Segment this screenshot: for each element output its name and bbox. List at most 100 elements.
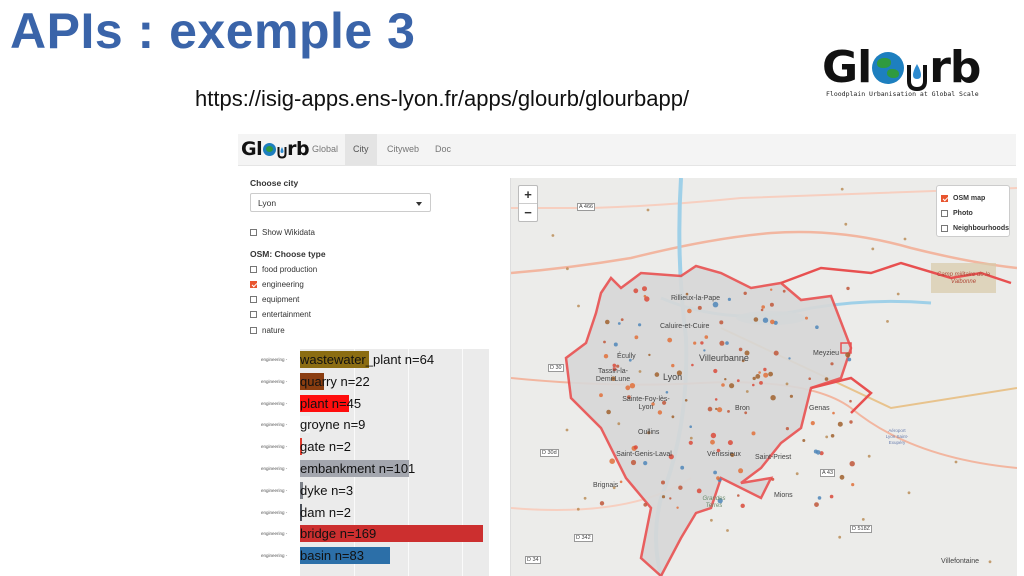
city-select[interactable]: Lyon [250, 193, 431, 212]
osm-marker [770, 319, 775, 325]
osm-marker [689, 425, 692, 428]
map-place-label: Genas [809, 405, 830, 412]
osm-marker [830, 434, 835, 438]
chart-bar-label: plant n=45 [300, 395, 362, 411]
type-entertainment[interactable]: entertainment [250, 308, 311, 320]
layer-neighbourhoods[interactable]: Neighbourhoods [937, 221, 1009, 236]
osm-marker [700, 341, 704, 345]
osm-marker [760, 308, 764, 312]
osm-marker [815, 325, 819, 329]
osm-marker [710, 439, 715, 445]
osm-marker [630, 459, 637, 466]
layer-label: OSM map [953, 195, 986, 202]
osm-marker [845, 352, 851, 358]
osm-marker [684, 399, 688, 402]
osm-marker [743, 291, 747, 295]
osm-marker [619, 480, 623, 484]
tab-cityweb[interactable]: Cityweb [379, 134, 427, 165]
map-place-label: Camp militaire de la Valbonne [936, 272, 991, 285]
logo-subtitle: Floodplain Urbanisation at Global Scale [826, 90, 979, 98]
checkbox-icon [250, 295, 257, 303]
osm-marker [715, 407, 718, 411]
chart-facet-label: engineering - [261, 509, 288, 515]
osm-marker [713, 368, 718, 374]
checkbox-checked-icon [941, 195, 948, 202]
glourb-logo: Gl rb Floodplain Urbanisation at Global … [822, 44, 992, 102]
osm-marker [667, 337, 673, 343]
osm-marker [727, 440, 733, 446]
osm-marker [861, 518, 865, 521]
type-nature[interactable]: nature [250, 324, 285, 336]
osm-marker [605, 319, 610, 325]
osm-marker [613, 342, 618, 347]
tab-doc[interactable]: Doc [427, 134, 459, 165]
osm-marker [771, 477, 775, 481]
show-wikidata-checkbox[interactable]: Show Wikidata [250, 226, 315, 238]
checkbox-checked-icon [250, 280, 257, 288]
osm-marker [599, 393, 603, 398]
osm-marker [638, 323, 642, 327]
type-label: engineering [262, 279, 304, 289]
osm-marker [896, 292, 900, 296]
chart-facet-label: engineering - [261, 466, 288, 471]
osm-marker [768, 371, 773, 377]
zoom-in-button[interactable]: + [519, 186, 537, 204]
osm-marker [693, 341, 697, 345]
osm-marker [838, 535, 842, 539]
osm-marker [717, 407, 723, 413]
osm-marker [782, 289, 786, 293]
osm-marker [696, 488, 702, 494]
osm-marker [752, 376, 756, 381]
osm-marker [565, 428, 569, 432]
map-place-label: Mions [774, 492, 793, 499]
chart-facet-label: engineering - [261, 553, 288, 559]
road-label: D 518Z [850, 525, 873, 533]
osm-marker [634, 335, 639, 340]
osm-marker [788, 357, 791, 360]
osm-marker [817, 496, 822, 500]
layer-photo[interactable]: Photo [937, 206, 1009, 221]
osm-marker [740, 503, 745, 508]
slide-url: https://isig-apps.ens-lyon.fr/apps/glour… [195, 86, 690, 111]
osm-marker [851, 483, 855, 487]
chart-facet-label: engineering - [261, 444, 288, 450]
osm-marker [697, 305, 702, 310]
droplet-u-icon [277, 142, 287, 159]
osm-marker [646, 208, 650, 212]
osm-marker [736, 379, 740, 383]
osm-marker [829, 494, 834, 499]
type-food-production[interactable]: food production [250, 263, 317, 275]
type-equipment[interactable]: equipment [250, 293, 299, 305]
osm-marker [755, 374, 761, 379]
osm-marker [577, 304, 580, 308]
map-place-label: Bron [735, 405, 750, 412]
osm-map[interactable]: Rillieux-la-Pape Caluire-et-Cuire Villeu… [510, 178, 1017, 576]
layer-osm-map[interactable]: OSM map [937, 191, 1009, 206]
osm-marker [824, 377, 829, 381]
osm-marker [713, 470, 717, 475]
zoom-out-button[interactable]: − [519, 204, 537, 221]
tab-global[interactable]: Global [304, 134, 346, 165]
osm-marker [954, 460, 958, 464]
osm-marker [724, 378, 727, 381]
osm-marker [603, 340, 606, 344]
osm-marker [643, 294, 647, 298]
osm-marker [638, 370, 642, 373]
osm-marker [886, 320, 889, 323]
road-label: A 466 [577, 203, 596, 211]
osm-marker [849, 420, 853, 424]
chart-facet-label: engineering - [261, 422, 288, 428]
osm-marker [671, 363, 675, 368]
type-engineering[interactable]: engineering [250, 278, 304, 290]
tab-city[interactable]: City [345, 134, 377, 165]
chart-bar-label: basin n=83 [300, 548, 364, 564]
brand-text-left: Gl [241, 138, 263, 160]
osm-marker [825, 435, 829, 439]
map-place-label: Lyon [663, 372, 683, 382]
osm-marker [849, 461, 855, 467]
osm-marker [633, 288, 639, 294]
osm-marker [758, 371, 761, 374]
osm-marker [867, 454, 871, 458]
map-place-label: Villefontaine [941, 558, 980, 565]
navbar-brand[interactable]: Gl rb [241, 138, 310, 160]
